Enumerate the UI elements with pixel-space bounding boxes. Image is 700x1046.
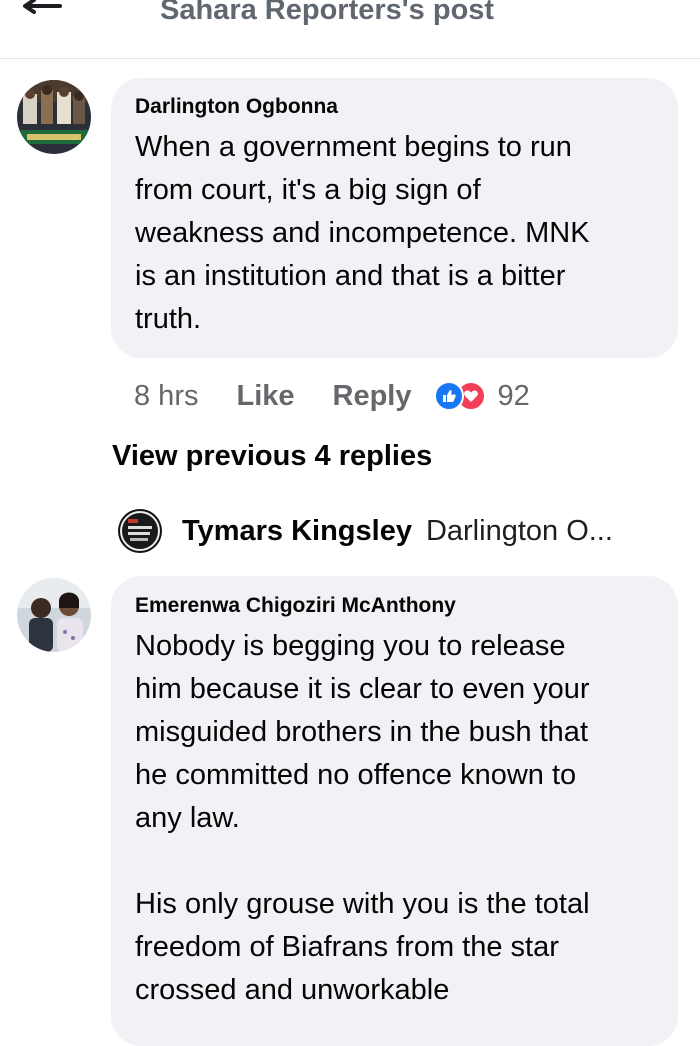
page-title: Sahara Reporters's post xyxy=(160,0,495,26)
comment-author[interactable]: Darlington Ogbonna xyxy=(135,95,338,119)
like-reaction-icon xyxy=(433,381,464,411)
avatar-image xyxy=(118,509,162,553)
avatar-image xyxy=(17,578,91,652)
reply-snippet: Darlington O... xyxy=(425,514,613,547)
reaction-count: 92 xyxy=(497,379,530,412)
like-button[interactable]: Like xyxy=(236,380,294,413)
avatar-darlington[interactable] xyxy=(17,80,91,154)
avatar-tymars[interactable] xyxy=(118,509,162,553)
reaction-summary[interactable]: 92 xyxy=(433,379,530,413)
view-previous-replies-link[interactable]: View previous 4 replies xyxy=(112,440,432,473)
reply-preview[interactable]: Tymars Kingsley Darlington O... xyxy=(118,505,613,557)
avatar-image xyxy=(17,80,91,154)
avatar-emerenwa[interactable] xyxy=(17,578,91,652)
comment-bubble: Darlington Ogbonna When a government beg… xyxy=(111,78,678,358)
comment-author[interactable]: Emerenwa Chigoziri McAnthony xyxy=(135,594,456,618)
comment-actions: 8 hrs Like Reply 92 xyxy=(134,376,530,416)
comment-time[interactable]: 8 hrs xyxy=(134,380,198,413)
reply-button[interactable]: Reply xyxy=(333,380,412,413)
comment-text: Nobody is begging you to release him bec… xyxy=(135,630,590,1006)
post-header: Sahara Reporters's post xyxy=(0,0,700,59)
arrow-left-icon xyxy=(23,0,62,14)
comment-text: When a government begins to run from cou… xyxy=(135,131,590,335)
comment-bubble: Emerenwa Chigoziri McAnthony Nobody is b… xyxy=(111,576,678,1046)
reply-author[interactable]: Tymars Kingsley xyxy=(182,515,412,548)
back-button[interactable] xyxy=(22,0,70,30)
